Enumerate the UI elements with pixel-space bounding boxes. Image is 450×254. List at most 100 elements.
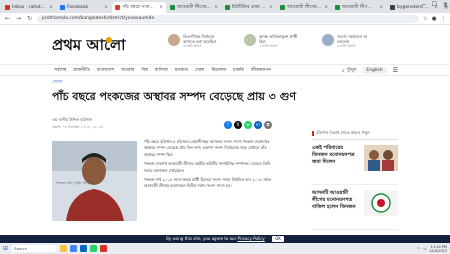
whatsapp-share-icon[interactable]: w [244,121,252,129]
clock[interactable]: 11:14 PM 12/4/2023 [429,245,447,253]
nav-item[interactable]: সর্বশেষ [54,67,66,74]
facebook-share-icon[interactable]: f [224,121,232,129]
nav-item[interactable]: মতামত [175,67,188,74]
logo-text: প্রথম আলো [52,36,126,54]
minimize-icon[interactable]: – [423,1,426,8]
linkedin-share-icon[interactable]: in [254,121,262,129]
reload-icon[interactable]: ↻ [26,15,33,22]
tab-label: Inbox - rahat@prothomalo... [12,5,47,10]
more-menu-icon[interactable]: ⋮ [441,16,447,22]
chrome-icon[interactable] [70,245,78,252]
screen: { "browser": { "tabs": [ {"label": "Inbo… [0,0,450,254]
nav-item[interactable]: রাজনীতি [73,67,89,74]
close-window-icon[interactable]: ✕ [443,1,448,8]
system-tray: ◠ ◁ 11:14 PM 12/4/2023 [417,245,447,253]
language-toggle[interactable]: English [362,67,387,74]
tab-favicon-icon [280,5,285,10]
tab-favicon-icon [390,5,395,10]
tab-close-icon[interactable]: × [104,2,108,13]
site-header: প্রথম আলো বিএনপিকে নির্বাচনে আসতে বলা হয… [0,26,450,64]
browser-tab[interactable]: Facebook × [57,2,111,13]
nav-item[interactable]: বাংলাদেশ [97,67,114,74]
clock-time: 11:14 PM [430,244,447,249]
body-paragraph: পংকজ দেবনাথ আওয়ামী লীগের কেন্দ্রীয় কমি… [144,161,271,173]
category-label[interactable]: জেলা [52,79,272,86]
cookie-text: By using this site, you agree to our [166,236,237,241]
browser-tab[interactable]: ইউটিউবে প্রথম আলো× [222,2,276,13]
copy-link-icon[interactable]: ⧉ [264,121,272,129]
tab-close-icon[interactable]: × [214,2,218,13]
nav-item[interactable]: জীবনযাপন [251,67,271,74]
cookie-ok-button[interactable]: OK [272,236,284,242]
nav-item[interactable]: বিনোদন [211,67,226,74]
promo-thumb [244,34,256,46]
star-icon[interactable]: ☆ [423,16,428,22]
tab-favicon-icon [115,5,120,10]
promo-sub: ৫ ঘণ্টা আগে [337,44,356,48]
browser-tab-strip: Inbox - rahat@prothomalo...×Facebook×পাঁ… [0,0,450,13]
tab-close-icon[interactable]: × [49,2,53,13]
tab-close-icon[interactable]: × [159,2,163,13]
nav-item[interactable]: বাণিজ্য [155,67,168,74]
browser-tab[interactable]: আওয়ামী লীগের... × [167,2,221,13]
tab-favicon-icon [5,5,10,10]
promo-sub: ২ ঘণ্টা আগে [259,44,278,48]
sidebar-story-title: একই পরিবারের তিনজন মনোনয়নপত্র জমা দিলেন [312,145,355,165]
taskbar-search[interactable]: Search [11,245,58,252]
privacy-policy-link[interactable]: Privacy Policy [238,236,265,241]
article: জেলা পাঁচ বছরে পংকজের অস্থাবর সম্পদ বেড়… [52,77,296,237]
sidebar-story-image [364,190,398,216]
nav-item[interactable]: অপরাধ [121,67,134,74]
promo-title: অদক্ষ তালিকাভুক্ত প্রার্থী ছিল [259,34,298,44]
search-icon: ⌕ [342,68,345,74]
tab-label: আওয়ামী লীগের... [177,5,211,10]
back-icon[interactable]: ← [4,15,11,22]
section-nav-items: সর্বশেষ রাজনীতি বাংলাদেশ অপরাধ বিশ্ব বাণিজ্য ম… [54,65,271,76]
url-field[interactable]: prothomalo.com/bangladesh/district/yovax… [37,14,419,23]
whatsapp-icon[interactable] [90,245,98,252]
mail-icon[interactable] [100,245,108,252]
tab-close-icon[interactable]: × [379,2,383,13]
related-sidebar: বরিশাল বিভাগ থেকে আরও পড়ুন একই পরিবারের… [312,130,398,230]
os-taskbar: ⊞ Search ◠ ◁ 11:14 PM 12/4/2023 [0,243,450,254]
tab-favicon-icon [170,5,175,10]
byline[interactable]: এম জসীম উদ্দিন বরিশাল [52,117,92,124]
nav-item[interactable]: চাকরি [233,67,244,74]
hamburger-menu-icon[interactable]: ☰ [393,67,398,74]
promo-item[interactable]: সংবাদ সম্মেলনে যা বললেন ৫ ঘণ্টা আগে [322,34,380,54]
profile-icon[interactable]: ● [432,16,437,22]
edge-icon[interactable] [80,245,88,252]
byline-row: এম জসীম উদ্দিন বরিশাল প্রকাশ: ০৪ ডিসেম্ব… [52,117,272,135]
maximize-icon[interactable]: ☐ [432,1,437,8]
x-share-icon[interactable]: X [234,121,242,129]
tab-favicon-icon [60,5,65,10]
share-buttons: f X w in ⧉ [224,121,272,129]
file-explorer-icon[interactable] [60,245,68,252]
sidebar-story-image [364,145,398,171]
nav-item[interactable]: বিশ্ব [141,67,147,74]
browser-tab[interactable]: আওয়ামী লীগ... × [332,2,386,13]
windows-start-icon[interactable]: ⊞ [3,245,8,252]
promo-item[interactable]: বিএনপিকে নির্বাচনে আসতে বলা হয়েছিল ৩ ঘণ্… [168,34,226,54]
forward-icon[interactable]: → [15,15,22,22]
body-paragraph: পাঁচ বছরে বরিশাল-৪ (হিজলা-মেহেন্দীগঞ্জ) … [144,139,270,157]
browser-tab[interactable]: Inbox - rahat@prothomalo...× [2,2,56,13]
browser-tab[interactable]: পাঁচ বছরে পংকজের অস্থা...× [112,2,166,13]
sidebar-story[interactable]: একই পরিবারের তিনজন মনোনয়নপত্র জমা দিলেন [312,145,398,185]
nav-item[interactable]: খেলা [195,67,204,74]
tab-label: পাঁচ বছরে পংকজের অস্থা... [122,5,158,10]
sidebar-story[interactable]: আসনটি আওয়ামী লীগের মনোনয়নপত্র বাতিল হল… [312,190,398,230]
search-button[interactable]: ⌕ খুঁজুন [342,67,356,74]
photo-caption: পংকজ নাথ | ছবি: সংগৃহীত [56,181,95,185]
volume-icon[interactable]: ◁ [423,246,426,251]
promo-item[interactable]: অদক্ষ তালিকাভুক্ত প্রার্থী ছিল ২ ঘণ্টা আগ… [244,34,302,54]
tab-label: আওয়ামী লীগ... [342,5,372,10]
tab-close-icon[interactable]: × [324,2,328,13]
promo-title: সংবাদ সম্মেলনে যা বললেন [337,34,368,44]
wifi-icon[interactable]: ◠ [417,246,420,251]
prothom-alo-logo[interactable]: প্রথম আলো [52,34,134,56]
browser-tab[interactable]: আওয়ামী লীগের প্রার্থী...× [277,2,331,13]
tab-favicon-icon [335,5,340,10]
tab-close-icon[interactable]: × [269,2,273,13]
tab-favicon-icon [225,5,230,10]
